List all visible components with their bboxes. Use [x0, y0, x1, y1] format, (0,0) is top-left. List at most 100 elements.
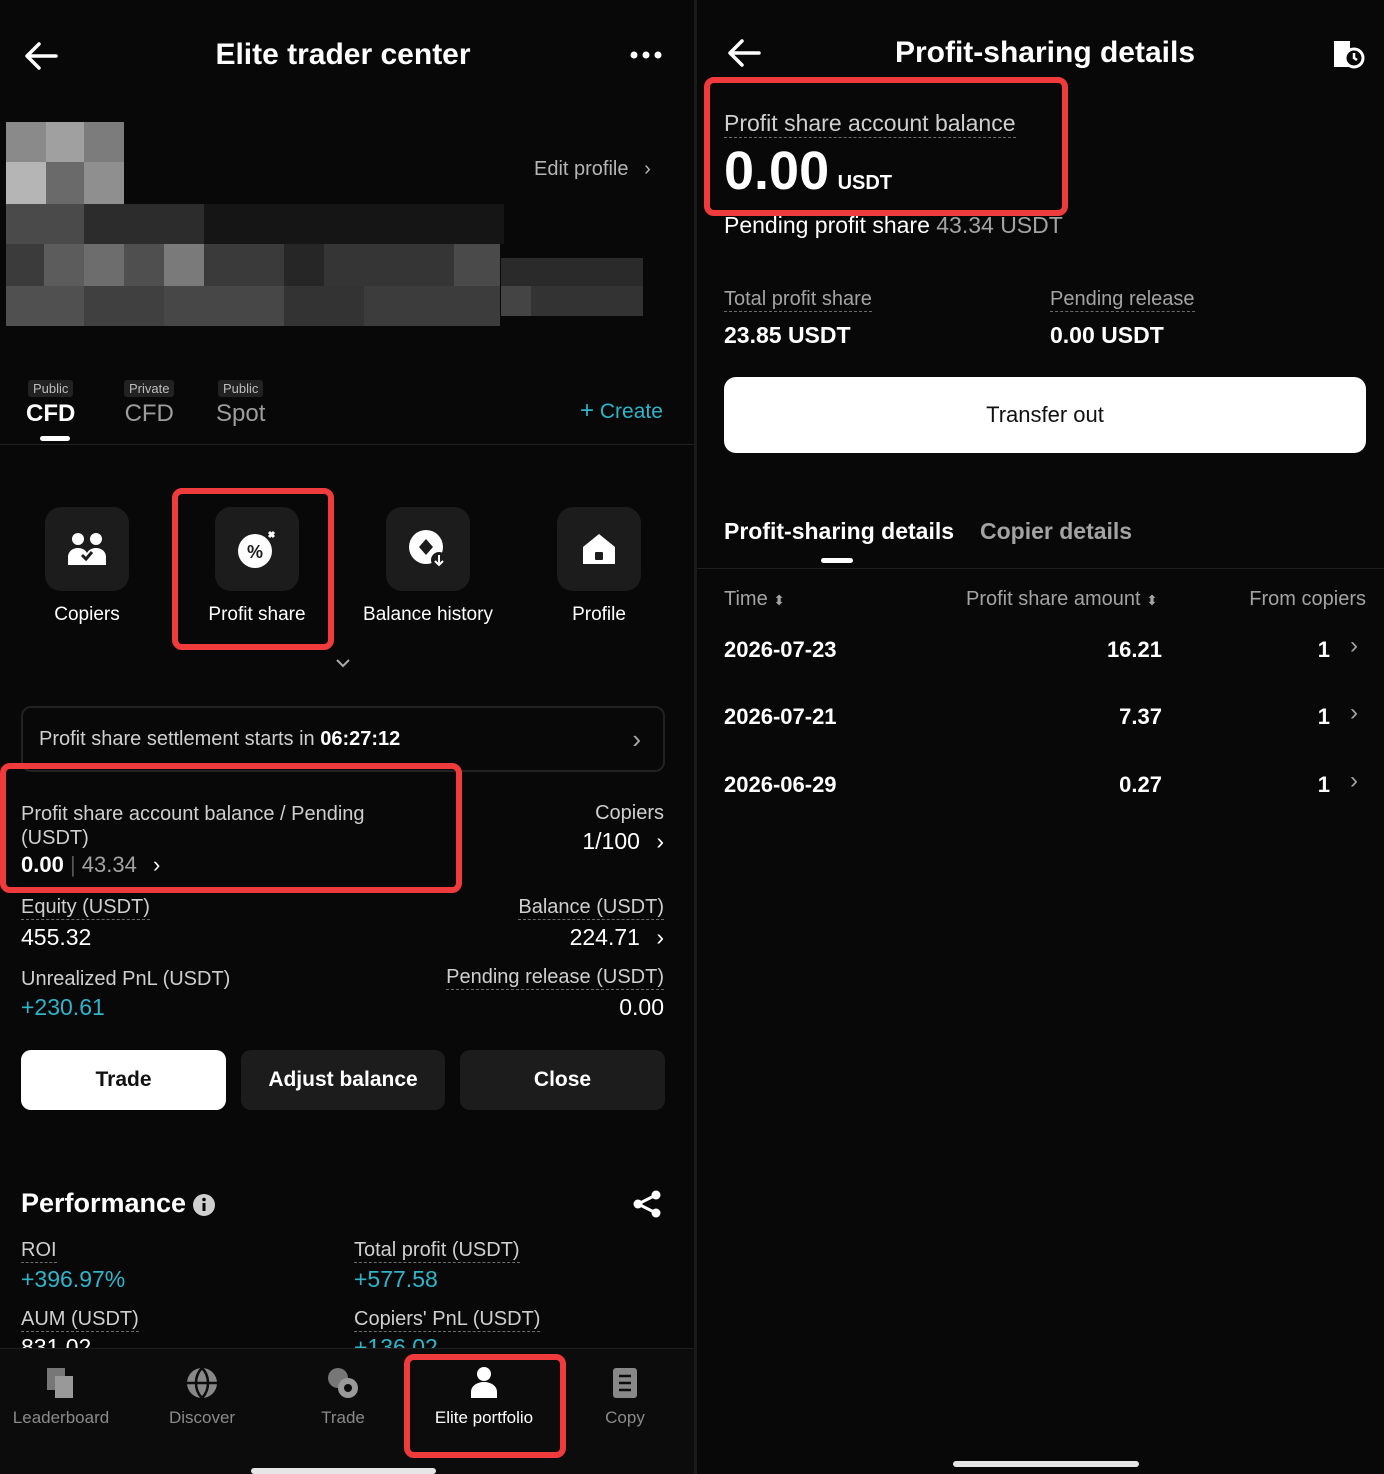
page-title: Profit-sharing details — [894, 36, 1196, 69]
blurred-profile-image — [6, 122, 646, 327]
tab-badge: Public — [217, 380, 264, 397]
profit-share-balance-value: 0.00 — [21, 852, 64, 877]
leaderboard-icon — [47, 1368, 73, 1398]
share-icon[interactable] — [632, 1190, 662, 1218]
create-button[interactable]: + Create — [580, 397, 663, 425]
nav-trade[interactable]: Trade — [273, 1366, 413, 1428]
home-indicator — [251, 1468, 436, 1474]
balance-history-shortcut[interactable] — [386, 507, 470, 591]
performance-title: Performance — [21, 1188, 187, 1218]
copiers-column-header: From copiers — [1249, 588, 1366, 610]
balance-unit: USDT — [837, 172, 893, 194]
profit-share-shortcut[interactable]: % — [215, 507, 299, 591]
copiers-shortcut[interactable] — [45, 507, 129, 591]
pending-label: Pending profit share — [724, 212, 930, 238]
nav-label: Copy — [605, 1408, 645, 1427]
chevron-right-icon: › — [1350, 767, 1358, 794]
row-copiers: 1 — [1317, 772, 1330, 797]
row-time: 2026-07-21 — [724, 704, 837, 729]
table-row[interactable]: 2026-07-23 16.21 1 › — [697, 620, 1384, 684]
transfer-out-button[interactable]: Transfer out — [724, 377, 1366, 453]
equity-value: 455.32 — [21, 924, 92, 950]
nav-discover[interactable]: Discover — [132, 1366, 272, 1428]
adjust-balance-button[interactable]: Adjust balance — [241, 1050, 445, 1110]
chevron-down-icon[interactable] — [335, 658, 351, 668]
tab-label: Spot — [216, 400, 266, 427]
nav-copy[interactable]: Copy — [555, 1366, 694, 1428]
pending-release-value: 0.00 USDT — [1050, 322, 1164, 348]
total-profit-share-value: 23.85 USDT — [724, 322, 851, 348]
active-tab-indicator — [40, 436, 70, 441]
chevron-right-icon: › — [656, 924, 664, 950]
copy-icon — [613, 1368, 637, 1398]
copiers-count-label: Copiers — [595, 802, 664, 824]
amount-column-header[interactable]: Profit share amount ⬍ — [966, 588, 1158, 611]
header-label: Time — [724, 588, 768, 610]
row-amount: 0.27 — [1119, 772, 1162, 797]
tab-public-spot[interactable]: Public Spot — [216, 380, 265, 428]
nav-label: Discover — [168, 1408, 236, 1427]
tab-profit-sharing-details[interactable]: Profit-sharing details — [724, 518, 954, 545]
settlement-banner[interactable]: Profit share settlement starts in 06:27:… — [21, 706, 665, 772]
profit-share-balance-link[interactable]: 0.00 | 43.34 › — [21, 852, 160, 878]
tab-label: CFD — [26, 400, 76, 427]
home-indicator — [953, 1461, 1139, 1467]
header-label: Profit share amount — [966, 588, 1141, 610]
chevron-right-icon: › — [644, 158, 651, 180]
row-amount: 7.37 — [1119, 704, 1162, 729]
elite-trader-center-screen: Elite trader center Edit profile › Publi… — [0, 0, 694, 1474]
tab-public-cfd[interactable]: Public CFD — [26, 380, 75, 428]
copiers-label: Copiers — [54, 604, 120, 625]
edit-profile-link[interactable]: Edit profile › — [534, 158, 651, 181]
copiers-count-link[interactable]: 1/100 › — [582, 828, 664, 855]
info-icon[interactable] — [192, 1193, 216, 1217]
balance-usdt-link[interactable]: 224.71 › — [570, 924, 664, 951]
balance-usdt-value: 224.71 — [569, 924, 640, 950]
aum-label: AUM (USDT) — [21, 1308, 139, 1332]
trade-button[interactable]: Trade — [21, 1050, 226, 1110]
pending-value: 43.34 — [81, 852, 137, 877]
tabs-divider — [697, 568, 1384, 569]
balance-value: 0.00 — [724, 141, 830, 201]
tab-private-cfd[interactable]: Private CFD — [124, 380, 175, 428]
total-profit-share-label: Total profit share — [724, 288, 872, 312]
active-tab-indicator — [821, 558, 853, 563]
time-column-header[interactable]: Time ⬍ — [724, 588, 785, 611]
profit-share-icon: % — [238, 530, 276, 568]
table-row[interactable]: 2026-07-21 7.37 1 › — [697, 687, 1384, 751]
balance-display: 0.00 USDT — [724, 140, 892, 202]
equity-label: Equity (USDT) — [21, 896, 150, 920]
globe-icon — [187, 1367, 217, 1399]
balance-history-icon — [409, 530, 447, 568]
tab-badge: Public — [27, 380, 74, 397]
person-icon — [471, 1367, 497, 1398]
copiers-pnl-label: Copiers' PnL (USDT) — [354, 1308, 541, 1332]
balance-usdt-label: Balance (USDT) — [518, 896, 664, 920]
tab-copier-details[interactable]: Copier details — [980, 518, 1132, 545]
row-copiers: 1 — [1317, 637, 1330, 662]
trade-icon — [328, 1368, 358, 1398]
unrealized-pnl-label: Unrealized PnL (USDT) — [21, 968, 231, 990]
nav-elite-portfolio[interactable]: Elite portfolio — [414, 1366, 554, 1428]
roi-value: +396.97% — [21, 1266, 126, 1292]
nav-leaderboard[interactable]: Leaderboard — [0, 1366, 131, 1428]
close-button[interactable]: Close — [460, 1050, 665, 1110]
balance-label: Profit share account balance — [724, 110, 1016, 138]
create-label: Create — [599, 400, 663, 423]
chevron-right-icon: › — [632, 724, 641, 754]
total-profit-value: +577.58 — [354, 1266, 438, 1292]
pending-release-label: Pending release (USDT) — [446, 966, 664, 990]
more-options-icon[interactable] — [630, 50, 662, 60]
plus-icon: + — [580, 397, 595, 424]
edit-profile-label: Edit profile — [534, 158, 629, 180]
history-icon[interactable] — [1331, 38, 1365, 70]
table-row[interactable]: 2026-06-29 0.27 1 › — [697, 755, 1384, 819]
profit-share-balance-label: Profit share account balance / Pending (… — [21, 803, 365, 849]
profit-sharing-details-screen: Profit-sharing details Profit share acco… — [697, 0, 1384, 1474]
unrealized-pnl-value: +230.61 — [21, 994, 105, 1020]
profile-label: Profile — [572, 604, 626, 625]
row-time: 2026-06-29 — [724, 772, 837, 797]
copiers-icon — [68, 533, 106, 565]
profile-shortcut[interactable] — [557, 507, 641, 591]
settlement-countdown: 06:27:12 — [320, 728, 401, 750]
